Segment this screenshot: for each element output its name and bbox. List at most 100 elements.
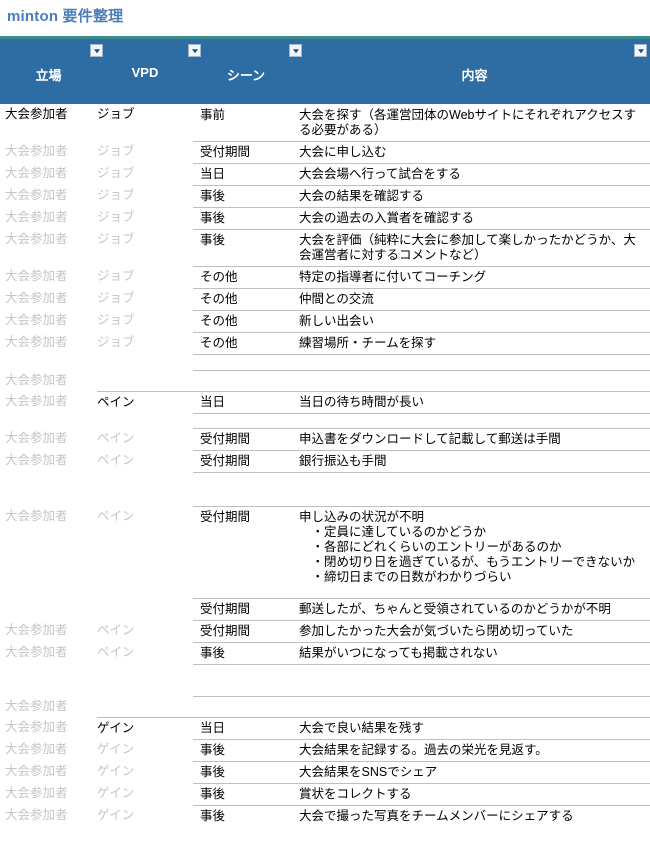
cell-scene[interactable] xyxy=(193,413,299,420)
cell-content[interactable]: 大会結果を記録する。過去の栄光を見返す。 xyxy=(299,739,650,761)
cell-stance[interactable]: 大会参加者 xyxy=(0,370,97,391)
cell-vpd[interactable] xyxy=(97,354,193,360)
cell-vpd[interactable]: ゲイン xyxy=(97,761,193,782)
cell-content[interactable]: 郵送したが、ちゃんと受領されているのかどうかが不明 xyxy=(299,598,650,620)
table-row[interactable]: 大会参加者 ジョブ 当日 大会会場へ行って試合をする xyxy=(0,163,650,185)
cell-stance[interactable]: 大会参加者 xyxy=(0,207,97,228)
table-row[interactable]: 大会参加者 ペイン 当日 当日の待ち時間が長い xyxy=(0,391,650,413)
cell-scene[interactable]: 事後 xyxy=(193,207,299,229)
cell-scene[interactable]: 事後 xyxy=(193,783,299,805)
cell-vpd[interactable]: ジョブ xyxy=(97,229,193,250)
cell-content[interactable]: 大会結果をSNSでシェア xyxy=(299,761,650,783)
cell-scene[interactable]: 事前 xyxy=(193,104,299,126)
cell-vpd[interactable]: ジョブ xyxy=(97,104,193,125)
table-row[interactable]: 大会参加者 ゲイン 事後 賞状をコレクトする xyxy=(0,783,650,805)
table-row[interactable]: 大会参加者 ゲイン 事後 大会で撮った写真をチームメンバーにシェアする xyxy=(0,805,650,827)
cell-stance[interactable]: 大会参加者 xyxy=(0,163,97,184)
cell-vpd[interactable]: ジョブ xyxy=(97,332,193,353)
cell-stance[interactable]: 大会参加者 xyxy=(0,620,97,641)
cell-scene[interactable]: その他 xyxy=(193,310,299,332)
cell-vpd[interactable] xyxy=(97,664,193,670)
cell-vpd[interactable]: ペイン xyxy=(97,391,193,413)
cell-content[interactable] xyxy=(299,370,650,377)
table-row[interactable] xyxy=(0,413,650,428)
table-row[interactable]: 大会参加者 ペイン 受付期間 申し込みの状況が不明 ・定員に達しているのかどうか ・各… xyxy=(0,506,650,598)
cell-content[interactable]: 大会の結果を確認する xyxy=(299,185,650,207)
table-row[interactable]: 大会参加者 ペイン 受付期間 申込書をダウンロードして記載して郵送は手間 xyxy=(0,428,650,450)
cell-vpd[interactable]: ペイン xyxy=(97,428,193,449)
table-row[interactable]: 大会参加者 ペイン 事後 結果がいつになっても掲載されない xyxy=(0,642,650,664)
cell-stance[interactable] xyxy=(0,354,97,360)
cell-content[interactable]: 当日の待ち時間が長い xyxy=(299,391,650,413)
cell-stance[interactable] xyxy=(0,413,97,419)
cell-content[interactable]: 大会を探す（各運営団体のWebサイトにそれぞれアクセスする必要がある） xyxy=(299,104,650,141)
table-row[interactable]: 大会参加者 ジョブ 受付期間 大会に申し込む xyxy=(0,141,650,163)
cell-scene[interactable]: 事後 xyxy=(193,761,299,783)
table-row[interactable] xyxy=(0,664,650,696)
cell-scene[interactable] xyxy=(193,696,299,703)
cell-vpd[interactable]: ジョブ xyxy=(97,310,193,331)
cell-scene[interactable] xyxy=(193,370,299,377)
cell-content[interactable]: 賞状をコレクトする xyxy=(299,783,650,805)
cell-content[interactable]: 大会を評価（純粋に大会に参加して楽しかったかどうか、大会運営者に対するコメントな… xyxy=(299,229,650,266)
cell-scene[interactable]: その他 xyxy=(193,288,299,310)
cell-vpd[interactable]: ペイン xyxy=(97,506,193,527)
cell-content[interactable] xyxy=(299,354,650,361)
column-header-content[interactable]: 内容 xyxy=(299,39,650,107)
cell-scene[interactable]: 受付期間 xyxy=(193,506,299,528)
cell-content[interactable]: 申込書をダウンロードして記載して郵送は手間 xyxy=(299,428,650,450)
cell-stance[interactable]: 大会参加者 xyxy=(0,310,97,331)
cell-stance[interactable]: 大会参加者 xyxy=(0,266,97,287)
cell-vpd[interactable]: ジョブ xyxy=(97,163,193,184)
cell-stance[interactable]: 大会参加者 xyxy=(0,428,97,449)
cell-scene[interactable]: 事後 xyxy=(193,229,299,251)
cell-content[interactable]: 銀行振込も手間 xyxy=(299,450,650,472)
cell-scene[interactable] xyxy=(193,354,299,361)
cell-vpd[interactable]: ペイン xyxy=(97,642,193,663)
cell-stance[interactable] xyxy=(0,598,97,604)
filter-dropdown-icon-content[interactable] xyxy=(634,44,647,57)
cell-scene[interactable]: 受付期間 xyxy=(193,598,299,620)
cell-scene[interactable]: 受付期間 xyxy=(193,450,299,472)
cell-vpd[interactable]: ゲイン xyxy=(97,805,193,826)
cell-stance[interactable]: 大会参加者 xyxy=(0,450,97,471)
cell-scene[interactable] xyxy=(193,472,299,479)
table-row[interactable]: 大会参加者 ジョブ その他 練習場所・チームを探す xyxy=(0,332,650,354)
cell-scene[interactable]: 事後 xyxy=(193,739,299,761)
cell-content[interactable]: 大会で撮った写真をチームメンバーにシェアする xyxy=(299,805,650,827)
cell-content[interactable]: 新しい出会い xyxy=(299,310,650,332)
cell-vpd[interactable]: ジョブ xyxy=(97,288,193,309)
table-row[interactable]: 大会参加者 ペイン 受付期間 銀行振込も手間 xyxy=(0,450,650,472)
cell-vpd[interactable] xyxy=(97,696,193,702)
column-header-scene[interactable]: シーン xyxy=(193,39,302,107)
cell-scene[interactable] xyxy=(193,664,299,671)
cell-content[interactable] xyxy=(299,696,650,703)
cell-stance[interactable] xyxy=(0,664,97,670)
cell-content[interactable]: 大会に申し込む xyxy=(299,141,650,163)
cell-stance[interactable]: 大会参加者 xyxy=(0,739,97,760)
cell-vpd[interactable]: ゲイン xyxy=(97,739,193,760)
cell-content[interactable] xyxy=(299,664,650,671)
table-row[interactable]: 受付期間 郵送したが、ちゃんと受領されているのかどうかが不明 xyxy=(0,598,650,620)
cell-scene[interactable]: 受付期間 xyxy=(193,141,299,163)
cell-stance[interactable]: 大会参加者 xyxy=(0,506,97,527)
cell-content[interactable]: 参加したかった大会が気づいたら閉め切っていた xyxy=(299,620,650,642)
cell-content[interactable] xyxy=(299,472,650,479)
cell-scene[interactable]: 受付期間 xyxy=(193,620,299,642)
cell-stance[interactable]: 大会参加者 xyxy=(0,761,97,782)
cell-content[interactable]: 結果がいつになっても掲載されない xyxy=(299,642,650,664)
cell-vpd[interactable] xyxy=(97,598,193,604)
table-row[interactable] xyxy=(0,354,650,370)
cell-scene[interactable]: 事後 xyxy=(193,642,299,664)
cell-stance[interactable]: 大会参加者 xyxy=(0,783,97,804)
table-row[interactable]: 大会参加者 ジョブ 事後 大会を評価（純粋に大会に参加して楽しかったかどうか、大会運営… xyxy=(0,229,650,266)
cell-vpd[interactable] xyxy=(97,413,193,419)
cell-vpd[interactable]: ジョブ xyxy=(97,185,193,206)
cell-stance[interactable]: 大会参加者 xyxy=(0,717,97,738)
cell-scene[interactable]: その他 xyxy=(193,332,299,354)
table-row[interactable]: 大会参加者 ジョブ 事前 大会を探す（各運営団体のWebサイトにそれぞれアクセスする必… xyxy=(0,104,650,141)
cell-scene[interactable]: 当日 xyxy=(193,391,299,413)
cell-stance[interactable]: 大会参加者 xyxy=(0,642,97,663)
cell-stance[interactable]: 大会参加者 xyxy=(0,104,97,125)
cell-stance[interactable]: 大会参加者 xyxy=(0,288,97,309)
